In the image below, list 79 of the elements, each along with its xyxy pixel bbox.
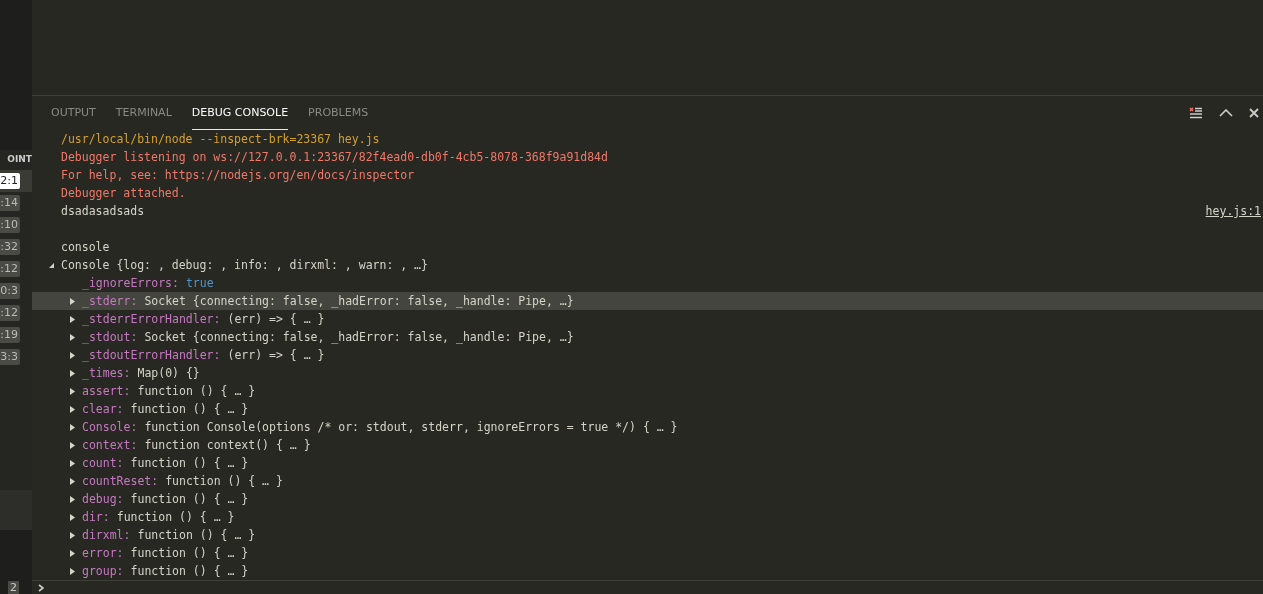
- collapsed-triangle-icon[interactable]: [69, 387, 75, 395]
- collapsed-triangle-icon[interactable]: [69, 477, 75, 485]
- property-key: Console:: [82, 418, 138, 436]
- line-badge: 0:3: [0, 283, 20, 299]
- property-value: function () { … }: [116, 509, 235, 526]
- collapsed-triangle-icon[interactable]: [69, 441, 75, 449]
- line-badge: :12: [0, 261, 20, 277]
- property-value: function context() { … }: [144, 437, 311, 454]
- property-value: Socket {connecting: false, _hadError: false, _handle: Pipe, …}: [144, 329, 574, 346]
- panel-tab[interactable]: TERMINAL: [115, 96, 172, 130]
- collapsed-triangle-icon[interactable]: [69, 333, 75, 341]
- line-badge: 2:1: [0, 173, 20, 189]
- collapsed-triangle-icon[interactable]: [69, 351, 75, 359]
- console-line: For help, see: https://nodejs.org/en/docs/inspector: [61, 167, 415, 184]
- line-badge: :10: [0, 217, 20, 233]
- collapsed-triangle-icon[interactable]: [69, 369, 75, 377]
- property-key: _stderr:: [82, 292, 138, 310]
- property-key: _stderrErrorHandler:: [82, 310, 221, 328]
- expanded-triangle-icon[interactable]: [48, 261, 54, 269]
- chevron-up-icon[interactable]: [1219, 109, 1233, 117]
- source-link[interactable]: hey.js:1: [1205, 202, 1261, 220]
- property-key: _ignoreErrors:: [82, 274, 179, 292]
- console-line: console: [61, 239, 110, 256]
- count-badge: 2: [8, 580, 19, 594]
- property-value: function () { … }: [130, 491, 249, 508]
- property-key: dir:: [82, 508, 110, 526]
- section-header: OINT: [7, 153, 32, 167]
- property-key: error:: [82, 544, 124, 562]
- property-key: _times:: [82, 364, 131, 382]
- clear-console-icon[interactable]: [1189, 107, 1203, 119]
- property-value: function () { … }: [137, 383, 256, 400]
- collapsed-triangle-icon[interactable]: [69, 549, 75, 557]
- line-badge: :12: [0, 305, 20, 321]
- property-value: function Console(options /* or: stdout, stderr, ignoreErrors = true */) { … }: [144, 419, 678, 436]
- property-key: assert:: [82, 382, 131, 400]
- console-line: /usr/local/bin/node --inspect-brk=23367 hey.js: [61, 131, 380, 148]
- property-value: function () { … }: [165, 473, 283, 490]
- property-key: count:: [82, 454, 124, 472]
- property-value: Socket {connecting: false, _hadError: false, _handle: Pipe, …}: [144, 293, 574, 310]
- property-value: Map(0) {}: [137, 365, 200, 382]
- property-value: (err) => { … }: [227, 311, 325, 328]
- property-key: dirxml:: [82, 526, 131, 544]
- panel-tab[interactable]: DEBUG CONSOLE: [191, 96, 289, 130]
- property-value: (err) => { … }: [227, 347, 325, 364]
- collapsed-triangle-icon[interactable]: [69, 531, 75, 539]
- tree-row[interactable]: _stderr: Socket {connecting: false, _hadError: false, _handle: Pipe, …}: [32, 292, 1263, 310]
- property-key: countReset:: [82, 472, 159, 490]
- property-value: function () { … }: [130, 401, 249, 418]
- close-icon[interactable]: [1249, 108, 1259, 118]
- collapsed-triangle-icon[interactable]: [69, 459, 75, 467]
- collapsed-triangle-icon[interactable]: [69, 405, 75, 413]
- property-value: true: [185, 275, 214, 292]
- prompt-chevron-icon: [38, 583, 44, 592]
- property-key: context:: [82, 436, 138, 454]
- property-key: _stdout:: [82, 328, 138, 346]
- line-badge: :32: [0, 239, 20, 255]
- property-value: function () { … }: [130, 455, 249, 472]
- console-line: dsadasadsads: [61, 203, 145, 220]
- property-value: function () { … }: [137, 527, 256, 544]
- collapsed-triangle-icon[interactable]: [69, 297, 75, 305]
- property-key: clear:: [82, 400, 124, 418]
- console-line: Debugger listening on ws://127.0.0.1:23367/82f4ead0-db0f-4cb5-8078-368f9a91d84d: [61, 149, 608, 166]
- collapsed-triangle-icon[interactable]: [69, 495, 75, 503]
- collapsed-triangle-icon[interactable]: [69, 567, 75, 575]
- console-line: Debugger attached.: [61, 185, 186, 202]
- line-badge: 3:3: [0, 349, 20, 365]
- line-badge: :19: [0, 327, 20, 343]
- property-key: _stdoutErrorHandler:: [82, 346, 221, 364]
- panel-tab[interactable]: OUTPUT: [51, 96, 96, 130]
- collapsed-triangle-icon[interactable]: [69, 423, 75, 431]
- console-object[interactable]: Console {log: , debug: , info: , dirxml: , warn: , …}: [61, 256, 428, 274]
- property-value: function () { … }: [130, 563, 249, 580]
- collapsed-triangle-icon[interactable]: [69, 513, 75, 521]
- property-key: group:: [82, 562, 124, 580]
- collapsed-triangle-icon[interactable]: [69, 315, 75, 323]
- line-badge: :14: [0, 195, 20, 211]
- panel-tab[interactable]: PROBLEMS: [308, 96, 369, 130]
- property-key: debug:: [82, 490, 124, 508]
- property-value: function () { … }: [130, 545, 249, 562]
